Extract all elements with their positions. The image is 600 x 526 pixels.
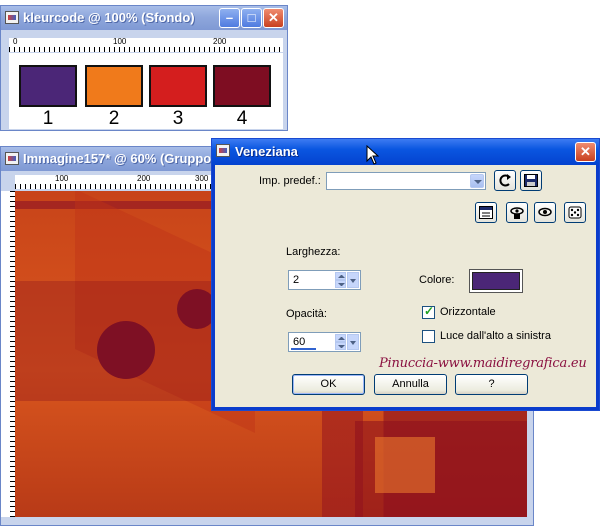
opacity-label: Opacità: <box>286 308 327 320</box>
dialog-close-button[interactable]: ✕ <box>575 142 596 162</box>
document-icon <box>5 11 19 24</box>
preset-select[interactable] <box>326 172 486 190</box>
app-icon <box>216 144 230 157</box>
swatch-number: 1 <box>42 108 54 129</box>
close-icon: ✕ <box>580 144 591 159</box>
swatch-number: 2 <box>108 108 120 129</box>
preset-save-button[interactable] <box>520 170 542 191</box>
ruler-label: 100 <box>55 175 69 183</box>
preset-label: Imp. predef.: <box>259 175 321 187</box>
close-button[interactable]: ✕ <box>263 8 284 28</box>
width-value: 2 <box>293 274 300 286</box>
cancel-button[interactable]: Annulla <box>374 374 447 395</box>
dialog-body: Imp. predef.: Larghezza: 2 Opacità: 60 C… <box>215 165 596 407</box>
color-label: Colore: <box>419 274 455 286</box>
horizontal-label: Orizzontale <box>440 306 496 318</box>
color-swatch-3 <box>149 65 207 107</box>
ruler-label: 100 <box>113 38 127 46</box>
width-label: Larghezza: <box>286 246 341 258</box>
reset-arrow-icon <box>499 174 511 187</box>
color-preview <box>472 272 520 290</box>
mouse-pointer-icon <box>366 145 380 165</box>
help-button[interactable]: ? <box>455 374 528 395</box>
maximize-icon: □ <box>247 10 256 25</box>
palette-canvas[interactable]: 1 2 3 4 <box>9 53 283 129</box>
veneziana-dialog: Veneziana ✕ Imp. predef.: Larghezza: 2 O… <box>211 138 600 411</box>
opacity-spinner[interactable]: 60 <box>288 332 361 352</box>
minimize-icon: – <box>225 10 234 25</box>
close-icon: ✕ <box>268 10 279 25</box>
chevron-down-icon[interactable] <box>470 174 484 188</box>
randomize-button[interactable] <box>564 202 586 223</box>
ruler-label: 0 <box>13 38 18 46</box>
maximize-button[interactable]: □ <box>241 8 262 28</box>
spinner-arrows-icon[interactable] <box>335 272 346 288</box>
preview-window-icon <box>479 206 493 219</box>
chevron-down-icon[interactable] <box>347 272 359 288</box>
preset-reset-button[interactable] <box>494 170 516 191</box>
auto-proof-button[interactable] <box>534 202 556 223</box>
save-disk-icon <box>524 174 538 187</box>
ruler-label: 300 <box>195 175 209 183</box>
ruler-label: 200 <box>213 38 227 46</box>
opacity-level-bar <box>291 348 317 350</box>
proof-button[interactable] <box>506 202 528 223</box>
palette-window-title: kleurcode @ 100% (Sfondo) <box>23 10 195 25</box>
palette-window-titlebar[interactable]: kleurcode @ 100% (Sfondo) – □ ✕ <box>1 6 287 30</box>
image-window-title: Immagine157* @ 60% (Gruppo <box>23 151 212 166</box>
spinner-arrows-icon[interactable] <box>335 334 346 350</box>
light-checkbox[interactable] <box>422 330 435 343</box>
vertical-ruler <box>1 191 15 517</box>
canvas-shape <box>375 437 435 493</box>
color-swatch-4 <box>213 65 271 107</box>
palette-window: kleurcode @ 100% (Sfondo) – □ ✕ 0 100 20… <box>0 5 288 131</box>
dialog-titlebar[interactable]: Veneziana ✕ <box>212 139 599 165</box>
eye-lock-icon <box>510 207 524 219</box>
document-icon <box>5 152 19 165</box>
preview-toggle-button[interactable] <box>475 202 497 223</box>
horizontal-ruler: 0 100 200 <box>9 38 283 52</box>
canvas-circle <box>97 321 155 379</box>
swatch-number: 4 <box>236 108 248 129</box>
horizontal-checkbox[interactable] <box>422 304 435 319</box>
ruler-label: 200 <box>137 175 151 183</box>
opacity-value: 60 <box>293 336 306 348</box>
width-spinner[interactable]: 2 <box>288 270 361 290</box>
chevron-down-icon[interactable] <box>347 334 359 350</box>
color-swatch-1 <box>19 65 77 107</box>
color-swatch-2 <box>85 65 143 107</box>
dialog-title: Veneziana <box>235 144 298 159</box>
eye-icon <box>538 207 552 217</box>
minimize-button[interactable]: – <box>219 8 240 28</box>
color-picker[interactable] <box>469 269 523 293</box>
watermark-text: Pinuccia-www.maidiregrafica.eu <box>379 356 587 371</box>
swatch-number: 3 <box>172 108 184 129</box>
dice-icon <box>568 206 582 219</box>
ok-button[interactable]: OK <box>292 374 365 395</box>
light-label: Luce dall'alto a sinistra <box>440 330 551 342</box>
